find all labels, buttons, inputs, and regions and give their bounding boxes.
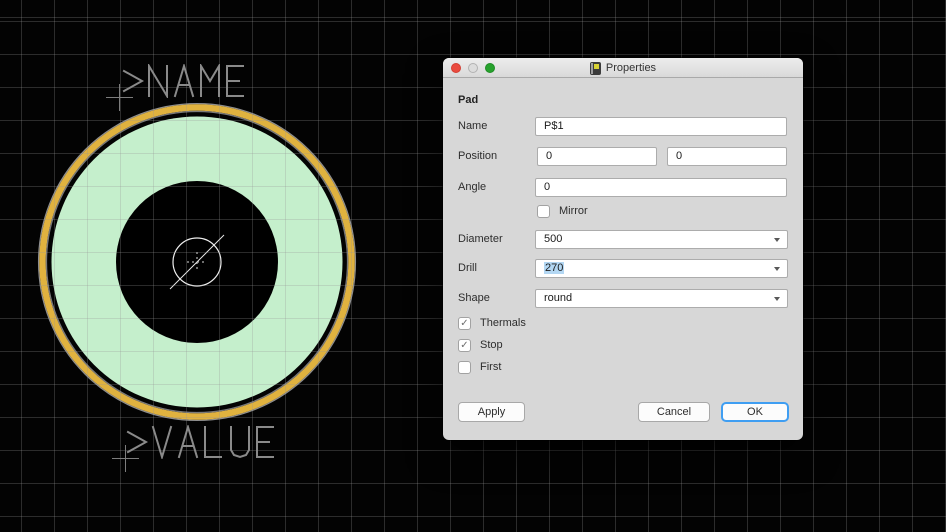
properties-icon	[589, 61, 601, 75]
shape-label: Shape	[458, 292, 490, 304]
dialog-titlebar[interactable]: Properties	[443, 58, 803, 78]
position-label: Position	[458, 150, 498, 162]
name-label: Name	[458, 120, 488, 132]
thermals-checkbox[interactable]	[458, 317, 471, 330]
mirror-label: Mirror	[559, 205, 588, 217]
close-button[interactable]	[451, 63, 461, 73]
shape-value: round	[544, 292, 573, 304]
first-label: First	[480, 361, 502, 373]
diameter-label: Diameter	[458, 233, 503, 245]
stop-label: Stop	[480, 339, 503, 351]
dialog-title: Properties	[605, 62, 657, 74]
position-x-input[interactable]: 0	[537, 147, 657, 166]
chevron-down-icon	[774, 238, 780, 242]
mirror-checkbox[interactable]	[537, 205, 550, 218]
minimize-button[interactable]	[468, 63, 478, 73]
stop-checkbox[interactable]	[458, 339, 471, 352]
drill-combobox[interactable]: 270	[535, 259, 788, 278]
chevron-down-icon	[774, 297, 780, 301]
drill-value-selected: 270	[544, 262, 565, 274]
drill-label: Drill	[458, 262, 477, 274]
angle-label: Angle	[458, 181, 487, 193]
ok-button[interactable]: OK	[721, 402, 789, 422]
properties-dialog: Properties Pad Name P$1 Position 0 0 Ang…	[443, 58, 803, 440]
zoom-button[interactable]	[485, 63, 495, 73]
name-placeholder-text	[121, 62, 255, 103]
name-input[interactable]: P$1	[535, 117, 787, 136]
first-checkbox[interactable]	[458, 361, 471, 374]
chevron-down-icon	[774, 267, 780, 271]
cancel-button[interactable]: Cancel	[638, 402, 710, 422]
thermals-label: Thermals	[480, 317, 526, 329]
shape-combobox[interactable]: round	[535, 289, 788, 308]
diameter-combobox[interactable]: 500	[535, 230, 788, 249]
pad-drawing[interactable]	[37, 102, 357, 422]
apply-button[interactable]: Apply	[458, 402, 525, 422]
position-y-input[interactable]: 0	[667, 147, 787, 166]
section-label-pad: Pad	[458, 94, 479, 106]
angle-input[interactable]: 0	[535, 178, 787, 197]
diameter-value: 500	[544, 233, 563, 245]
value-placeholder-text	[125, 423, 285, 464]
